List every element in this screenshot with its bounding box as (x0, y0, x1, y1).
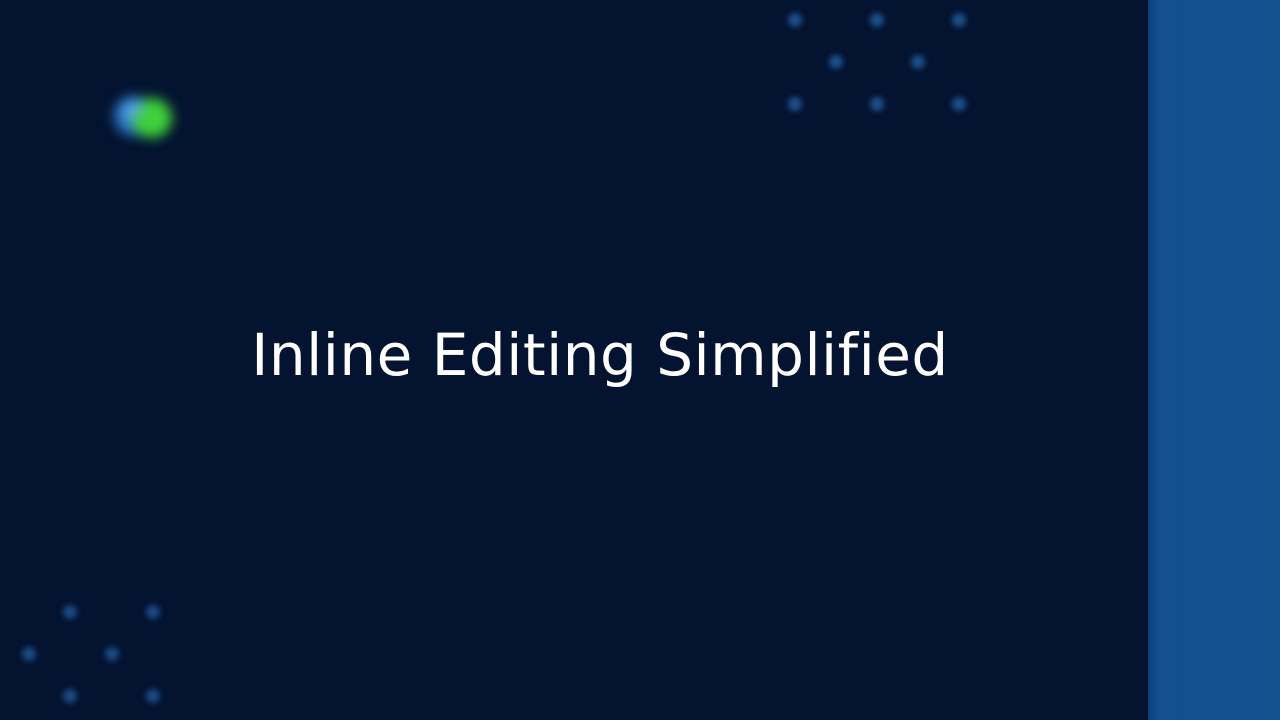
dot-pattern-icon (22, 605, 160, 703)
video-frame: Inline Editing Simplified (0, 0, 1280, 720)
side-panel (1148, 0, 1280, 720)
brand-logo (104, 80, 274, 150)
brand-wordmark (190, 102, 270, 124)
headline-title: Inline Editing Simplified (251, 321, 949, 389)
globe-logo-icon (114, 96, 172, 138)
dot-pattern-icon (788, 13, 966, 111)
main-panel: Inline Editing Simplified (0, 0, 1148, 720)
